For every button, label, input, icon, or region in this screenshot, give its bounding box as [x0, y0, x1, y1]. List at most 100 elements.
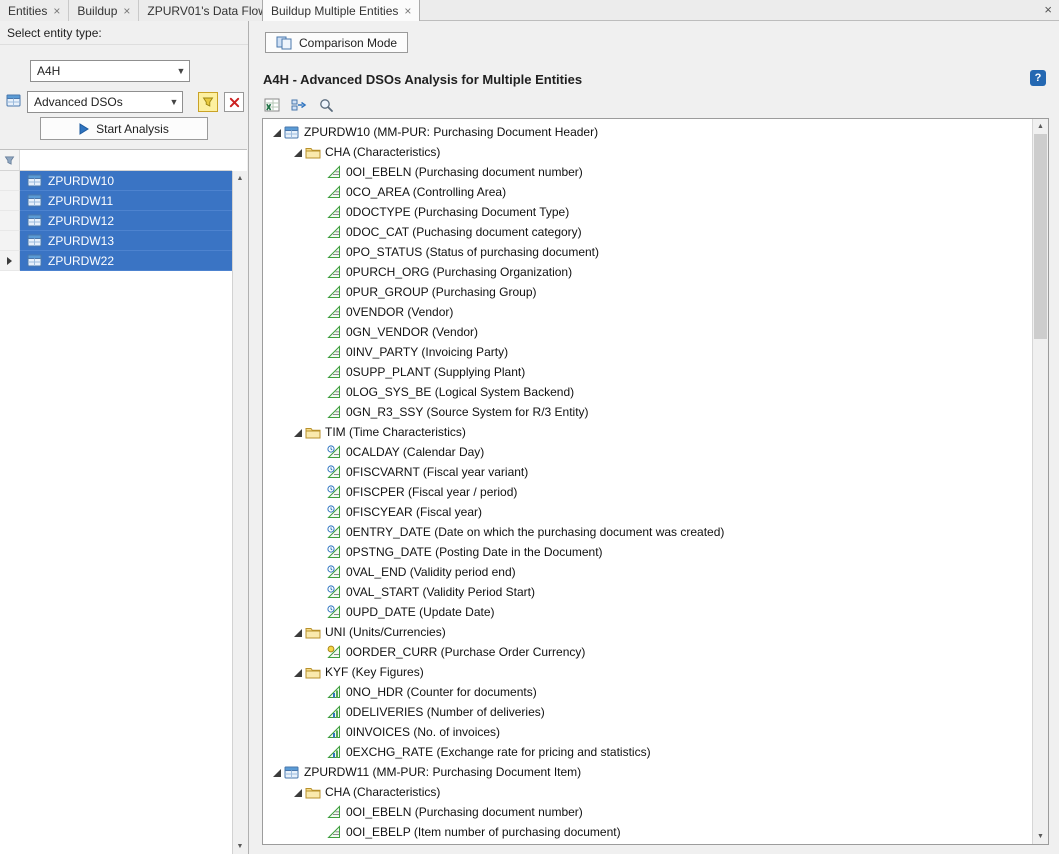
tree-node-label: 0OI_EBELN (Purchasing document number): [346, 805, 583, 819]
filter-button[interactable]: [198, 92, 218, 112]
tree-row[interactable]: 0GN_VENDOR (Vendor): [263, 322, 1032, 342]
scroll-down-icon[interactable]: ▼: [1033, 829, 1048, 844]
tree-row[interactable]: 0NO_HDR (Counter for documents): [263, 682, 1032, 702]
expander-icon[interactable]: [290, 145, 304, 159]
tree-row[interactable]: 0OI_EBELN (Purchasing document number): [263, 802, 1032, 822]
comparison-mode-button[interactable]: Comparison Mode: [265, 32, 408, 53]
characteristic-icon: [325, 185, 342, 199]
tab-close-icon[interactable]: ×: [53, 5, 60, 17]
data-flow-button[interactable]: [289, 95, 309, 115]
expander-icon[interactable]: [269, 125, 283, 139]
expander-spacer: [311, 725, 325, 739]
tab-close-icon[interactable]: ×: [123, 5, 130, 17]
entity-row[interactable]: ZPURDW22: [0, 251, 232, 271]
expander-icon[interactable]: [290, 785, 304, 799]
tab-label: ZPURV01's Data Flow: [147, 4, 266, 18]
tree-row[interactable]: 0PUR_GROUP (Purchasing Group): [263, 282, 1032, 302]
entity-grid-scrollbar[interactable]: ▲ ▼: [232, 171, 247, 854]
entity-row[interactable]: ZPURDW13: [0, 231, 232, 251]
tree-row[interactable]: 0UPD_DATE (Update Date): [263, 602, 1032, 622]
scrollbar-thumb[interactable]: [1034, 134, 1047, 339]
entity-cell[interactable]: ZPURDW12: [20, 211, 232, 231]
tab-label: Buildup: [77, 4, 117, 18]
tree-row[interactable]: ZPURDW10 (MM-PUR: Purchasing Document He…: [263, 122, 1032, 142]
tree-row[interactable]: 0CO_AREA (Controlling Area): [263, 182, 1032, 202]
adso-icon: [27, 254, 42, 267]
tree-row[interactable]: 0DOCTYPE (Purchasing Document Type): [263, 202, 1032, 222]
tree-row[interactable]: 0VAL_START (Validity Period Start): [263, 582, 1032, 602]
tree-row[interactable]: 0SUPP_PLANT (Supplying Plant): [263, 362, 1032, 382]
tree-row[interactable]: 0OI_EBELN (Purchasing document number): [263, 162, 1032, 182]
system-select-value: A4H: [37, 64, 60, 78]
entity-name: ZPURDW10: [48, 174, 114, 188]
tree-row[interactable]: 0LOG_SYS_BE (Logical System Backend): [263, 382, 1032, 402]
tree-row[interactable]: 0EXCHG_RATE (Exchange rate for pricing a…: [263, 742, 1032, 762]
clear-filter-button[interactable]: [224, 92, 244, 112]
entity-type-select[interactable]: Advanced DSOs ▼: [27, 91, 183, 113]
tree-row[interactable]: 0FISCVARNT (Fiscal year variant): [263, 462, 1032, 482]
help-button[interactable]: ?: [1030, 70, 1046, 86]
tabstrip-close-icon[interactable]: ×: [1044, 3, 1052, 16]
tree-row[interactable]: 0DOC_CAT (Puchasing document category): [263, 222, 1032, 242]
tree-node-label: 0FISCPER (Fiscal year / period): [346, 485, 517, 499]
tree-row[interactable]: TIM (Time Characteristics): [263, 422, 1032, 442]
tree-row[interactable]: 0VAL_END (Validity period end): [263, 562, 1032, 582]
entity-cell[interactable]: ZPURDW13: [20, 231, 232, 251]
tree-row[interactable]: 0DELIVERIES (Number of deliveries): [263, 702, 1032, 722]
expander-spacer: [311, 825, 325, 839]
tree-row[interactable]: 0CALDAY (Calendar Day): [263, 442, 1032, 462]
tree-row[interactable]: 0GN_R3_SSY (Source System for R/3 Entity…: [263, 402, 1032, 422]
tab-entities[interactable]: Entities×: [0, 0, 69, 21]
tree-row[interactable]: 0INVOICES (No. of invoices): [263, 722, 1032, 742]
expander-spacer: [311, 445, 325, 459]
expander-icon[interactable]: [269, 765, 283, 779]
tree-scrollbar[interactable]: ▲ ▼: [1032, 119, 1048, 844]
scroll-up-icon[interactable]: ▲: [233, 171, 247, 186]
grid-filter-input[interactable]: [20, 150, 232, 170]
tab-buildup[interactable]: Buildup ×: [69, 0, 139, 21]
expander-spacer: [311, 685, 325, 699]
focused-row-arrow-icon: [7, 257, 12, 265]
tree-row[interactable]: CHA (Characteristics): [263, 782, 1032, 802]
tree-row[interactable]: CHA (Characteristics): [263, 142, 1032, 162]
tree-row[interactable]: KYF (Key Figures): [263, 662, 1032, 682]
tree-row[interactable]: 0INV_PARTY (Invoicing Party): [263, 342, 1032, 362]
tree-row[interactable]: 0ENTRY_DATE (Date on which the purchasin…: [263, 522, 1032, 542]
tab-buildup-multiple-entities[interactable]: Buildup Multiple Entities×: [262, 0, 420, 21]
filter-icon: [202, 96, 214, 108]
tree-node-label: 0DOC_CAT (Puchasing document category): [346, 225, 582, 239]
tree-row[interactable]: 0FISCYEAR (Fiscal year): [263, 502, 1032, 522]
entity-cell[interactable]: ZPURDW10: [20, 171, 232, 191]
entity-row[interactable]: ZPURDW12: [0, 211, 232, 231]
scroll-up-icon[interactable]: ▲: [1033, 119, 1048, 134]
tree-row[interactable]: 0FISCPER (Fiscal year / period): [263, 482, 1032, 502]
export-excel-button[interactable]: [262, 95, 282, 115]
entity-row[interactable]: ZPURDW11: [0, 191, 232, 211]
expander-spacer: [311, 605, 325, 619]
tree-row[interactable]: 0OI_EBELP (Item number of purchasing doc…: [263, 822, 1032, 842]
tree-row[interactable]: 0PSTNG_DATE (Posting Date in the Documen…: [263, 542, 1032, 562]
grid-filter-row: [0, 150, 232, 171]
tree-row[interactable]: UNI (Units/Currencies): [263, 622, 1032, 642]
chevron-down-icon[interactable]: ▼: [173, 66, 189, 76]
tab-close-icon[interactable]: ×: [404, 5, 411, 17]
system-select[interactable]: A4H ▼: [30, 60, 190, 82]
entity-cell[interactable]: ZPURDW22: [20, 251, 232, 271]
expander-icon[interactable]: [290, 625, 304, 639]
expander-icon[interactable]: [290, 665, 304, 679]
chevron-down-icon[interactable]: ▼: [166, 97, 182, 107]
tree-row[interactable]: 0PURCH_ORG (Purchasing Organization): [263, 262, 1032, 282]
expander-spacer: [311, 325, 325, 339]
expander-icon[interactable]: [290, 425, 304, 439]
zoom-button[interactable]: [316, 95, 336, 115]
tree-row[interactable]: 0PO_STATUS (Status of purchasing documen…: [263, 242, 1032, 262]
expander-spacer: [311, 305, 325, 319]
tree-row[interactable]: ZPURDW11 (MM-PUR: Purchasing Document It…: [263, 762, 1032, 782]
entity-row[interactable]: ZPURDW10: [0, 171, 232, 191]
tree-row[interactable]: 0VENDOR (Vendor): [263, 302, 1032, 322]
start-analysis-button[interactable]: Start Analysis: [40, 117, 208, 140]
tree-row[interactable]: 0ORDER_CURR (Purchase Order Currency): [263, 642, 1032, 662]
scroll-down-icon[interactable]: ▼: [233, 839, 247, 854]
entity-cell[interactable]: ZPURDW11: [20, 191, 232, 211]
expander-spacer: [311, 645, 325, 659]
